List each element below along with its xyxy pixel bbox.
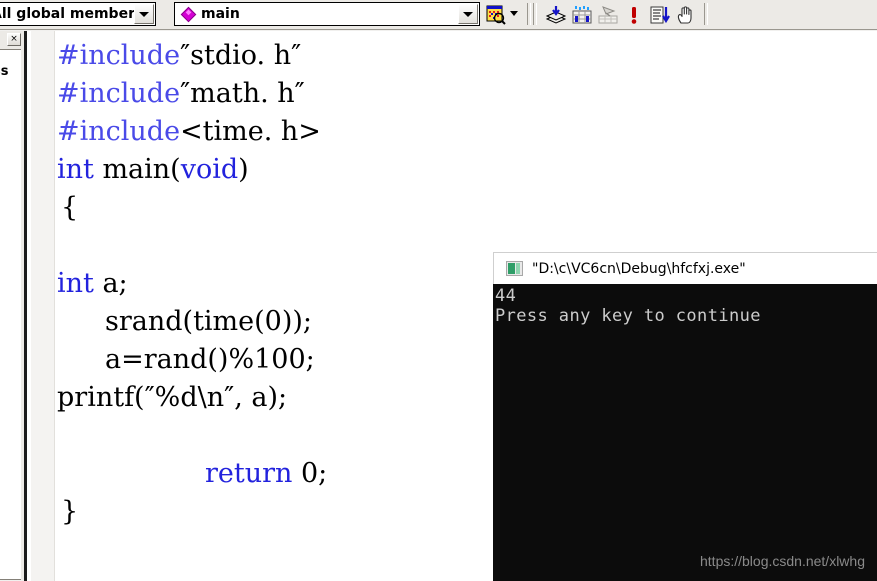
- code-line: {: [61, 189, 78, 227]
- console-output-line: 44: [495, 286, 517, 306]
- code-token: a;: [93, 268, 128, 299]
- code-line: int main(void): [57, 151, 249, 189]
- chevron-down-icon[interactable]: [134, 4, 154, 24]
- code-token: 0;: [292, 458, 328, 489]
- console-output: 44 Press any key to continue: [493, 284, 877, 581]
- workspace-tree-label: ss: [0, 64, 9, 79]
- code-token: #include: [57, 116, 181, 147]
- code-token: main(: [93, 154, 181, 185]
- workspace-tree[interactable]: ss: [0, 49, 21, 580]
- code-line: #include″math. h″: [57, 75, 305, 113]
- console-window-title: "D:\c\VC6cn\Debug\hfcfxj.exe": [532, 260, 746, 277]
- code-token: <time. h>: [180, 116, 321, 147]
- code-line: return 0;: [205, 455, 327, 493]
- code-token: void: [180, 154, 239, 185]
- code-line: srand(time(0));: [105, 303, 312, 341]
- code-line: #include<time. h>: [57, 113, 321, 151]
- chevron-down-icon[interactable]: [510, 11, 519, 17]
- build-execute-button[interactable]: [596, 3, 620, 26]
- code-token: int: [57, 154, 94, 185]
- code-token: int: [57, 268, 94, 299]
- toolbar-separator: [527, 3, 531, 25]
- workspace-panel: × ss: [0, 31, 24, 580]
- scope-combo-value: All global members: [0, 6, 144, 22]
- stop-build-button[interactable]: [622, 3, 646, 26]
- code-token: #include: [57, 40, 181, 71]
- build-button[interactable]: [570, 3, 594, 26]
- code-token: srand(time(0));: [105, 306, 313, 337]
- toolbar-separator: [533, 3, 537, 25]
- code-token: ″math. h″: [180, 78, 305, 109]
- code-line: printf(″%d\n″, a);: [57, 379, 287, 417]
- hand-icon[interactable]: [674, 3, 698, 26]
- editor-gutter[interactable]: [31, 31, 55, 581]
- editor-left-border: [24, 31, 27, 581]
- compile-button[interactable]: [544, 3, 568, 26]
- code-token: }: [61, 496, 79, 527]
- code-line: a=rand()%100;: [105, 341, 315, 379]
- chevron-down-icon[interactable]: [458, 4, 478, 24]
- find-in-files-icon[interactable]: [484, 3, 508, 26]
- wizardbar-toolbar: All global members main: [0, 0, 877, 30]
- console-window[interactable]: "D:\c\VC6cn\Debug\hfcfxj.exe" 44 Press an…: [493, 252, 877, 581]
- member-combo[interactable]: main: [174, 2, 480, 26]
- go-button[interactable]: [648, 3, 672, 26]
- console-titlebar[interactable]: "D:\c\VC6cn\Debug\hfcfxj.exe": [493, 252, 877, 284]
- code-token: ″stdio. h″: [180, 40, 302, 71]
- close-icon[interactable]: ×: [7, 33, 21, 46]
- code-token: {: [61, 192, 79, 223]
- code-token: return: [205, 458, 293, 489]
- code-token: a=rand()%100;: [105, 344, 315, 375]
- code-token: ): [238, 154, 249, 185]
- watermark: https://blog.csdn.net/xlwhg: [700, 553, 865, 569]
- console-output-line: Press any key to continue: [495, 306, 761, 326]
- toolbar-separator: [704, 3, 708, 25]
- code-line: #include″stdio. h″: [57, 37, 301, 75]
- scope-combo[interactable]: All global members: [0, 2, 156, 26]
- vc6-ide-window: All global members main × s #include″std…: [0, 0, 877, 581]
- code-token: #include: [57, 78, 181, 109]
- code-line: }: [61, 493, 78, 531]
- console-app-icon: [506, 261, 523, 276]
- code-line: int a;: [57, 265, 128, 303]
- code-token: printf(″%d\n″, a);: [57, 382, 288, 413]
- workspace-panel-titlebar: ×: [0, 31, 24, 48]
